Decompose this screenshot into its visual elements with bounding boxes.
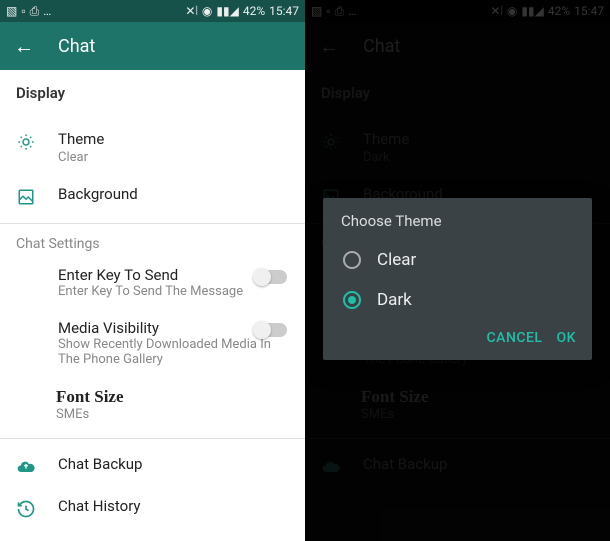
display-heading: Display — [16, 84, 289, 102]
font-size-row[interactable]: Font Size SMEs — [0, 377, 305, 432]
battery-text: 42% — [243, 4, 265, 18]
notif-icon-3: ⎙ — [30, 4, 40, 19]
notif-icon: ▧ — [6, 4, 17, 18]
divider — [0, 223, 305, 224]
vibrate-icon: ✕⦚ — [185, 4, 198, 19]
font-size-value: SMEs — [56, 407, 249, 422]
chat-backup-label: Chat Backup — [58, 455, 289, 473]
radio-label-dark: Dark — [377, 290, 412, 310]
radio-icon-selected — [343, 291, 361, 309]
background-icon — [16, 187, 36, 207]
radio-option-dark[interactable]: Dark — [323, 280, 592, 320]
radio-option-clear[interactable]: Clear — [323, 240, 592, 280]
chat-backup-row[interactable]: Chat Backup — [0, 445, 305, 487]
history-icon — [16, 499, 36, 519]
theme-icon — [16, 132, 36, 152]
notif-icon-2: ▫ — [21, 4, 25, 18]
background-row[interactable]: Background — [0, 175, 305, 217]
appbar-title: Chat — [58, 36, 95, 57]
chat-settings-heading: Chat Settings — [0, 230, 305, 256]
theme-value: Clear — [58, 150, 289, 165]
dialog-title: Choose Theme — [323, 212, 592, 240]
status-bar: ▧ ▫ ⎙ … ✕⦚ ◉ ▮▮◢ 42% 15:47 — [0, 0, 305, 22]
wifi-icon: ◉ — [202, 4, 212, 18]
chat-history-row[interactable]: Chat History — [0, 487, 305, 529]
display-section: Display — [0, 70, 305, 120]
chat-history-label: Chat History — [58, 497, 289, 515]
ok-button[interactable]: OK — [557, 330, 577, 346]
enter-key-toggle[interactable] — [255, 270, 287, 284]
cloud-icon — [16, 457, 36, 477]
radio-icon-unselected — [343, 251, 361, 269]
media-sub: Show Recently Downloaded Media In The Ph… — [58, 337, 289, 367]
enter-key-row[interactable]: Enter Key To Send Enter Key To Send The … — [0, 256, 305, 309]
enter-key-sub: Enter Key To Send The Message — [58, 284, 289, 299]
back-arrow-icon[interactable]: ← — [14, 34, 34, 59]
theme-dialog: Choose Theme Clear Dark CANCEL OK — [323, 198, 592, 360]
divider-2 — [0, 438, 305, 439]
appbar: ← Chat — [0, 22, 305, 70]
dark-panel: ▧ ▫ ⎙ … ✕⦚ ◉ ▮▮◢ 42% 15:47 ← Chat Displa… — [305, 0, 610, 541]
theme-row[interactable]: Theme Clear — [0, 120, 305, 175]
font-size-title: Font Size — [56, 387, 249, 407]
notif-more: … — [43, 4, 51, 18]
light-panel: ▧ ▫ ⎙ … ✕⦚ ◉ ▮▮◢ 42% 15:47 ← Chat Displa… — [0, 0, 305, 541]
time-text: 15:47 — [269, 4, 299, 18]
cancel-button[interactable]: CANCEL — [487, 330, 543, 346]
dialog-actions: CANCEL OK — [323, 320, 592, 354]
signal-icon: ▮▮◢ — [216, 4, 238, 18]
theme-label: Theme — [58, 130, 289, 148]
media-toggle[interactable] — [255, 323, 287, 337]
media-visibility-row[interactable]: Media Visibility Show Recently Downloade… — [0, 309, 305, 377]
radio-label-clear: Clear — [377, 250, 416, 270]
background-label: Background — [58, 185, 289, 203]
